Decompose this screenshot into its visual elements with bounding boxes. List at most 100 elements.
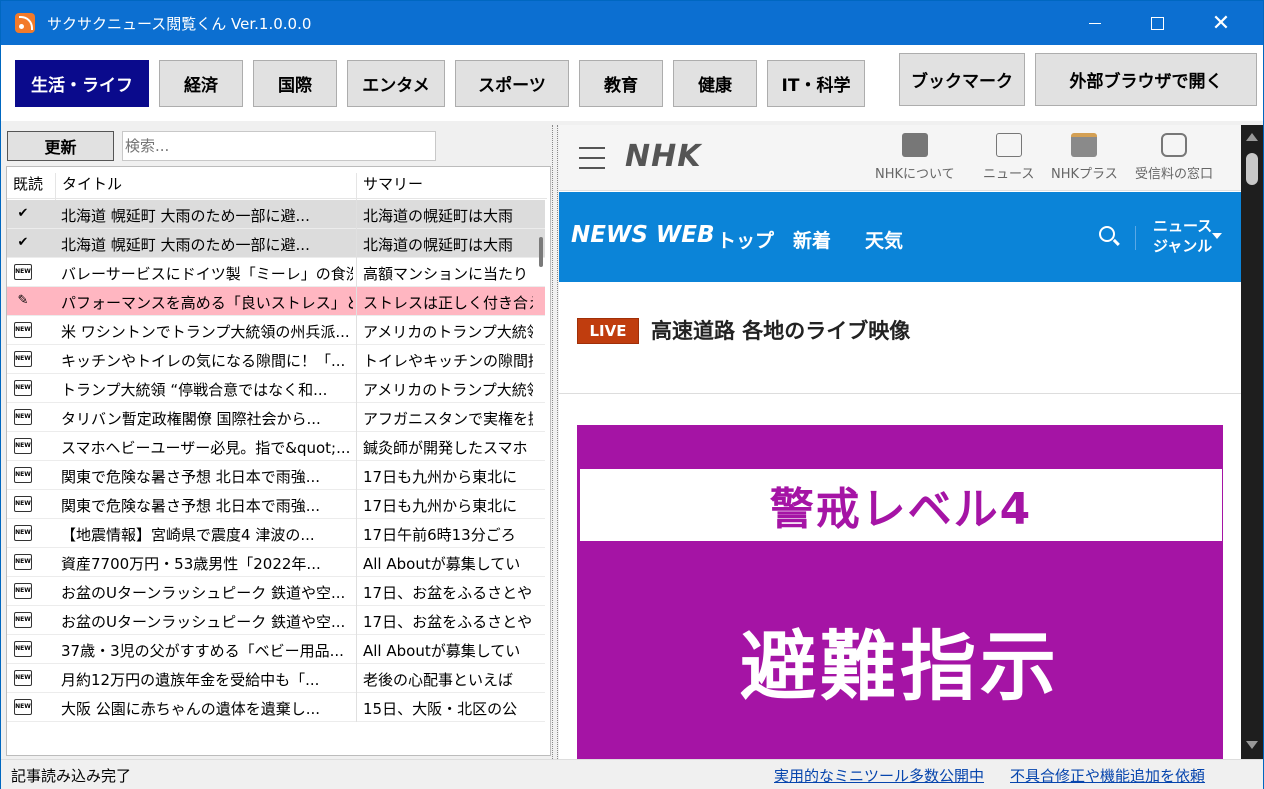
list-item-title: バレーサービスにドイツ製「ミーレ」の食洗... (61, 265, 353, 283)
column-divider (356, 345, 357, 374)
title-bar[interactable]: サクサクニュース閲覧くん Ver.1.0.0.0 ✕ (1, 1, 1263, 45)
column-divider (356, 635, 357, 664)
panel-splitter[interactable] (552, 125, 558, 759)
category-button-life[interactable]: 生活・ライフ (15, 60, 149, 107)
list-item-summary: 17日、お盆をふるさとや (363, 613, 533, 631)
nhk-about-link[interactable]: NHKについて (875, 133, 955, 182)
maximize-button[interactable] (1127, 1, 1187, 45)
search-input[interactable] (122, 131, 436, 161)
genre-label-line2: ジャンル (1153, 237, 1213, 255)
list-item[interactable]: NEW 月約12万円の遺族年金を受給中も「... 老後の心配事といえば (7, 664, 545, 693)
scrollbar-thumb[interactable] (1246, 153, 1258, 185)
list-item-title: 37歳・3児の父がすすめる「ベビー用品... (61, 642, 344, 660)
category-button-economy[interactable]: 経済 (159, 60, 243, 107)
column-header-summary[interactable]: サマリー (363, 173, 423, 194)
list-item-title: パフォーマンスを高める「良いストレス」と... (61, 294, 353, 312)
column-header-title[interactable]: タイトル (62, 173, 122, 194)
mini-tools-link[interactable]: 実用的なミニツール多数公開中 (774, 765, 984, 786)
category-button-it-science[interactable]: IT・科学 (767, 60, 865, 107)
bookmark-button[interactable]: ブックマーク (899, 53, 1025, 106)
list-item[interactable]: NEW 関東で危険な暑さ予想 北日本で雨強... 17日も九州から東北に (7, 490, 545, 519)
new-icon: NEW (14, 670, 32, 686)
list-item-summary: 15日、大阪・北区の公 (363, 700, 518, 718)
nhk-logo[interactable]: NHK (625, 139, 701, 174)
scroll-down-arrow-icon[interactable] (1246, 741, 1258, 749)
nav-latest-link[interactable]: 新着 (793, 226, 831, 253)
list-item-summary: 高額マンションに当たり (363, 265, 529, 283)
alert-level-text: 警戒レベル4 (580, 469, 1222, 541)
list-item-title: 関東で危険な暑さ予想 北日本で雨強... (61, 497, 321, 515)
refresh-button[interactable]: 更新 (7, 131, 114, 161)
list-item[interactable]: NEW 大阪 公園に赤ちゃんの遺体を遺棄し... 15日、大阪・北区の公 (7, 693, 545, 722)
nhk-plus-link[interactable]: NHKプラス (1051, 133, 1118, 182)
nav-weather-link[interactable]: 天気 (865, 226, 903, 253)
status-message: 記事読み込み完了 (11, 767, 132, 785)
list-item-title: タリバン暫定政権閣僚 国際社会から... (61, 410, 321, 428)
category-button-entertainment[interactable]: エンタメ (347, 60, 445, 107)
reception-fee-link[interactable]: 受信料の窓口 (1135, 133, 1213, 182)
evacuation-alert-banner[interactable]: 警戒レベル4 避難指示 (577, 425, 1223, 759)
list-vertical-scrollbar[interactable] (539, 237, 543, 267)
list-item[interactable]: NEW キッチンやトイレの気になる隙間に！「... トイレやキッチンの隙間掃 (7, 345, 545, 374)
minimize-button[interactable] (1065, 1, 1125, 45)
list-item-title: キッチンやトイレの気になる隙間に！「... (61, 352, 346, 370)
list-item[interactable]: NEW 資産7700万円・53歳男性「2022年... All Aboutが募集して… (7, 548, 545, 577)
list-item[interactable]: NEW 【地震情報】宮崎県で震度4 津波の... 17日午前6時13分ごろ (7, 519, 545, 548)
chevron-down-icon[interactable] (1212, 233, 1222, 239)
list-item-title: 【地震情報】宮崎県で震度4 津波の... (61, 526, 315, 544)
column-divider (356, 548, 357, 577)
hamburger-menu-icon[interactable] (579, 147, 605, 169)
article-list[interactable]: 既読 タイトル サマリー ✔ 北海道 幌延町 大雨のため一部に避... 北海道の幌延… (6, 166, 551, 756)
feature-request-link[interactable]: 不具合修正や機能追加を依頼 (1010, 765, 1205, 786)
newsweb-nav-bar: NEWS WEB トップ 新着 天気 ニュース ジャンル (559, 192, 1241, 282)
news-genre-menu[interactable]: ニュース ジャンル (1153, 216, 1212, 256)
category-bar: 生活・ライフ 経済 国際 エンタメ スポーツ 教育 健康 IT・科学 ブックマー… (1, 45, 1263, 121)
nhk-plus-label: NHKプラス (1051, 167, 1118, 182)
new-icon: NEW (14, 351, 32, 367)
live-headline-link[interactable]: 高速道路 各地のライブ映像 (651, 315, 910, 345)
list-item[interactable]: NEW 米 ワシントンでトランプ大統領の州兵派... アメリカのトランプ大統領 (7, 316, 545, 345)
list-item[interactable]: ✔ 北海道 幌延町 大雨のため一部に避... 北海道の幌延町は大雨 (7, 200, 545, 229)
column-divider (356, 403, 357, 432)
open-external-browser-button[interactable]: 外部ブラウザで開く (1035, 53, 1257, 106)
new-icon: NEW (14, 496, 32, 512)
list-item-title: 月約12万円の遺族年金を受給中も「... (61, 671, 320, 689)
close-button[interactable]: ✕ (1191, 1, 1251, 45)
embedded-browser[interactable]: NHK NHKについて ニュース NHKプラス 受信料の窓口 NEWS WEB … (559, 125, 1241, 759)
column-divider (356, 258, 357, 287)
news-link[interactable]: ニュース (983, 133, 1034, 182)
list-item[interactable]: NEW 関東で危険な暑さ予想 北日本で雨強... 17日も九州から東北に (7, 461, 545, 490)
list-item[interactable]: NEW バレーサービスにドイツ製「ミーレ」の食洗... 高額マンションに当たり (7, 258, 545, 287)
new-icon: NEW (14, 699, 32, 715)
list-item[interactable]: ✎ パフォーマンスを高める「良いストレス」と... ストレスは正しく付き合え (7, 287, 545, 316)
list-item-title: 北海道 幌延町 大雨のため一部に避... (61, 207, 310, 225)
category-button-sports[interactable]: スポーツ (455, 60, 569, 107)
list-item[interactable]: NEW 37歳・3児の父がすすめる「ベビー用品... All Aboutが募集してい (7, 635, 545, 664)
list-item[interactable]: ✔ 北海道 幌延町 大雨のため一部に避... 北海道の幌延町は大雨 (7, 229, 545, 258)
list-item-summary: 17日午前6時13分ごろ (363, 526, 516, 544)
browser-vertical-scrollbar[interactable] (1241, 125, 1263, 759)
list-item[interactable]: NEW スマホヘビーユーザー必見。指で&quot;... 鍼灸師が開発したスマホ (7, 432, 545, 461)
window-title: サクサクニュース閲覧くん Ver.1.0.0.0 (47, 15, 312, 33)
column-divider (356, 693, 357, 722)
list-item[interactable]: NEW お盆のUターンラッシュピーク 鉄道や空... 17日、お盆をふるさとや (7, 577, 545, 606)
category-button-health[interactable]: 健康 (673, 60, 757, 107)
live-badge: LIVE (577, 318, 639, 344)
column-header-read[interactable]: 既読 (13, 173, 43, 194)
search-icon[interactable] (1099, 226, 1115, 242)
list-item[interactable]: NEW トランプ大統領 “停戦合意ではなく和... アメリカのトランプ大統領 (7, 374, 545, 403)
list-item[interactable]: NEW タリバン暫定政権閣僚 国際社会から... アフガニスタンで実権を握 (7, 403, 545, 432)
newsweb-logo[interactable]: NEWS WEB (571, 222, 715, 248)
list-item-summary: アメリカのトランプ大統領 (363, 323, 533, 341)
scroll-up-arrow-icon[interactable] (1246, 133, 1258, 141)
nav-top-link[interactable]: トップ (717, 226, 774, 253)
category-button-international[interactable]: 国際 (253, 60, 337, 107)
list-item[interactable]: NEW お盆のUターンラッシュピーク 鉄道や空... 17日、お盆をふるさとや (7, 606, 545, 635)
list-item-summary: 17日、お盆をふるさとや (363, 584, 533, 602)
new-icon: NEW (14, 409, 32, 425)
list-item-summary: アフガニスタンで実権を握 (363, 410, 533, 428)
genre-label-line1: ニュース (1153, 217, 1213, 235)
bookmark-icon: ✎ (17, 293, 29, 308)
category-button-education[interactable]: 教育 (579, 60, 663, 107)
column-divider (356, 200, 357, 229)
